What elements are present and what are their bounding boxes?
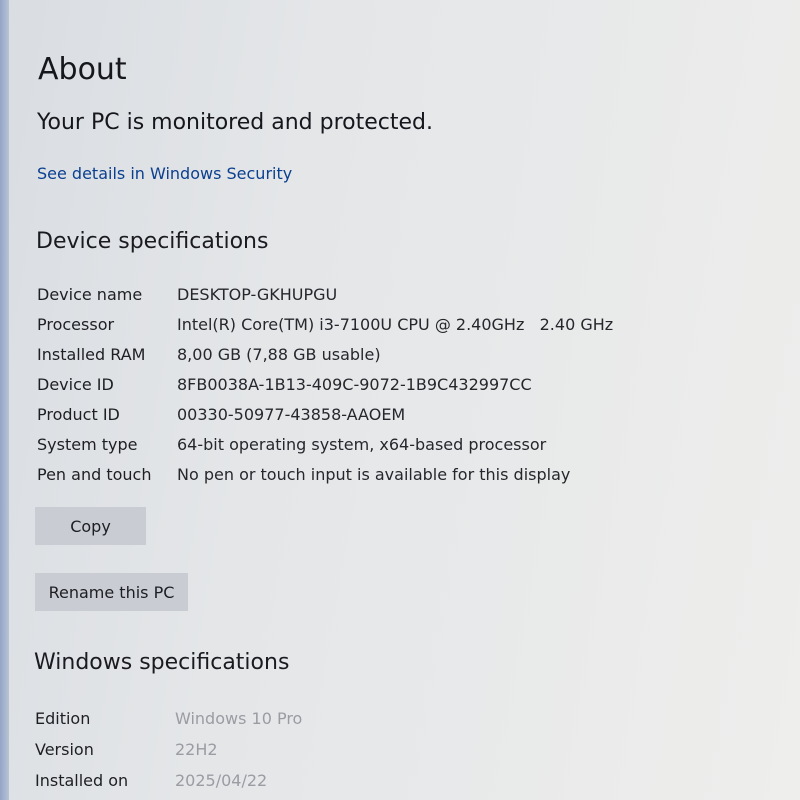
spec-row-installed-ram: Installed RAM 8,00 GB (7,88 GB usable) [37, 345, 777, 369]
spec-value: 22H2 [175, 740, 218, 759]
spec-row-processor: Processor Intel(R) Core(TM) i3-7100U CPU… [37, 315, 777, 339]
spec-label: Processor [37, 315, 115, 334]
spec-value: 2025/04/22 [175, 771, 268, 790]
spec-value: Intel(R) Core(TM) i3-7100U CPU @ 2.40GHz… [177, 315, 614, 334]
window-left-edge [0, 0, 9, 800]
spec-value: 8,00 GB (7,88 GB usable) [177, 345, 381, 364]
spec-value: 8FB0038A-1B13-409C-9072-1B9C432997CC [177, 375, 532, 394]
rename-pc-button[interactable]: Rename this PC [35, 573, 188, 611]
spec-row-pen-and-touch: Pen and touch No pen or touch input is a… [37, 465, 777, 489]
spec-label: Installed on [35, 771, 129, 790]
spec-label: System type [37, 435, 138, 454]
spec-label: Installed RAM [37, 345, 146, 364]
spec-row-product-id: Product ID 00330-50977-43858-AAOEM [37, 405, 777, 429]
spec-row-device-id: Device ID 8FB0038A-1B13-409C-9072-1B9C43… [37, 375, 777, 399]
windows-security-link[interactable]: See details in Windows Security [37, 164, 292, 183]
spec-value: DESKTOP-GKHUPGU [177, 285, 338, 304]
spec-value: 64-bit operating system, x64-based proce… [177, 435, 547, 454]
spec-label: Device name [37, 285, 143, 304]
spec-value: 00330-50977-43858-AAOEM [177, 405, 406, 424]
spec-row-version: Version 22H2 [35, 740, 775, 764]
spec-label: Device ID [37, 375, 114, 394]
spec-label: Pen and touch [37, 465, 152, 484]
spec-value: Windows 10 Pro [175, 709, 303, 728]
spec-label: Version [35, 740, 94, 759]
copy-button[interactable]: Copy [35, 507, 146, 545]
spec-row-device-name: Device name DESKTOP-GKHUPGU [37, 285, 777, 309]
spec-row-system-type: System type 64-bit operating system, x64… [37, 435, 777, 459]
spec-value: No pen or touch input is available for t… [177, 465, 571, 484]
page-title: About [38, 52, 127, 87]
device-specifications-heading: Device specifications [36, 229, 269, 254]
spec-label: Product ID [37, 405, 120, 424]
protection-status: Your PC is monitored and protected. [37, 110, 433, 135]
spec-label: Edition [35, 709, 91, 728]
spec-row-edition: Edition Windows 10 Pro [35, 709, 775, 733]
spec-row-installed-on: Installed on 2025/04/22 [35, 771, 775, 795]
windows-specifications-heading: Windows specifications [34, 650, 290, 675]
